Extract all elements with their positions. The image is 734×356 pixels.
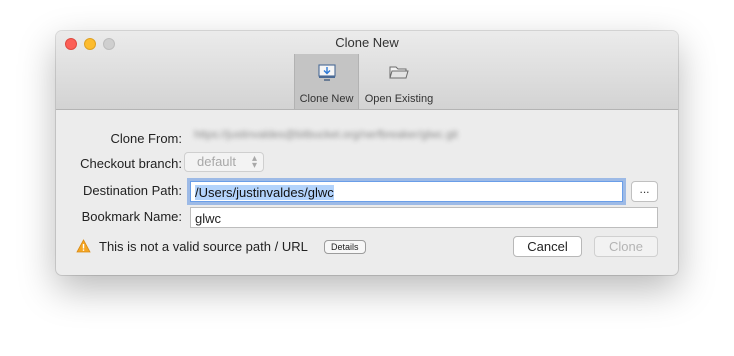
destination-path-label: Destination Path: xyxy=(82,183,182,198)
clone-new-icon xyxy=(317,64,336,81)
checkout-branch-value: default xyxy=(197,154,237,169)
warning-icon xyxy=(76,239,91,253)
clone-from-value[interactable]: https://justinvaldes@bitbucket.org/nerfb… xyxy=(194,129,519,141)
titlebar: Clone New Clone New Open Existing xyxy=(56,31,678,110)
window-title: Clone New xyxy=(335,35,399,50)
browse-button[interactable]: ... xyxy=(631,181,658,202)
chevron-updown-icon: ▴ ▾ xyxy=(251,153,257,171)
tab-clone-new[interactable]: Clone New xyxy=(294,54,359,109)
destination-path-value: /Users/justinvaldes/glwc xyxy=(195,185,334,200)
checkout-branch-select[interactable]: default ▴ ▾ xyxy=(184,152,264,172)
details-button[interactable]: Details xyxy=(324,240,366,254)
destination-path-input[interactable]: /Users/justinvaldes/glwc xyxy=(190,181,623,202)
status-message: This is not a valid source path / URL xyxy=(99,239,308,254)
bookmark-name-value: glwc xyxy=(195,211,222,226)
tab-open-existing-label: Open Existing xyxy=(364,93,434,105)
tab-clone-new-label: Clone New xyxy=(299,93,354,105)
bookmark-name-label: Bookmark Name: xyxy=(81,209,182,224)
clone-dialog: Clone New Clone New Open Existing Clone … xyxy=(56,31,678,275)
tab-open-existing[interactable]: Open Existing xyxy=(360,54,438,109)
clone-from-label: Clone From: xyxy=(110,131,182,146)
checkout-branch-label: Checkout branch: xyxy=(80,156,182,171)
clone-button[interactable]: Clone xyxy=(594,236,658,257)
folder-icon xyxy=(389,66,409,79)
cancel-button[interactable]: Cancel xyxy=(513,236,582,257)
bookmark-name-input[interactable]: glwc xyxy=(190,207,658,228)
